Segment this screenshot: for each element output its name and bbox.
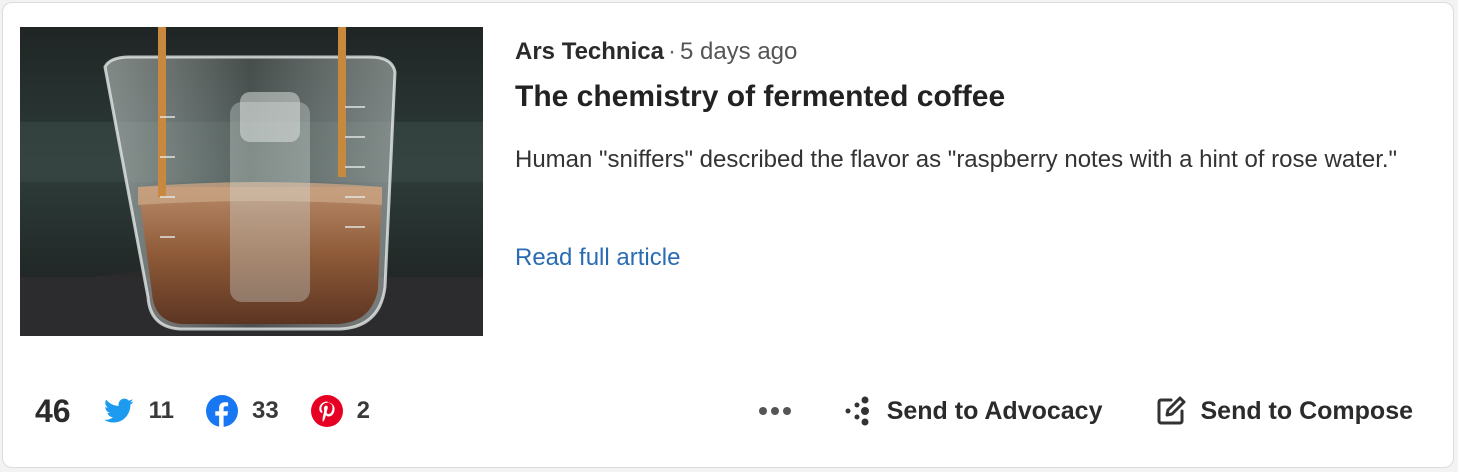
send-to-advocacy-label: Send to Advocacy <box>886 396 1103 425</box>
facebook-count: 33 <box>251 397 279 424</box>
article-description: Human "sniffers" described the flavor as… <box>515 146 1398 173</box>
article-thumbnail[interactable] <box>20 27 483 336</box>
facebook-icon <box>205 395 238 427</box>
pinterest-count: 2 <box>356 397 371 424</box>
read-full-article-link[interactable]: Read full article <box>515 241 680 275</box>
twitter-stat[interactable]: 11 <box>103 395 174 427</box>
compose-icon <box>1154 394 1188 428</box>
send-to-compose-label: Send to Compose <box>1200 396 1413 425</box>
twitter-icon <box>103 395 135 427</box>
card-actions: Send to Advocacy Send to Compose <box>757 389 1413 433</box>
more-icon[interactable] <box>757 396 793 426</box>
twitter-count: 11 <box>148 397 174 424</box>
pinterest-stat[interactable]: 2 <box>310 395 371 427</box>
article-time: 5 days ago <box>679 38 798 65</box>
article-title[interactable]: The chemistry of fermented coffee <box>515 77 1005 117</box>
meta-separator: · <box>667 38 676 65</box>
pinterest-icon <box>310 395 343 427</box>
coffee-beaker-photo <box>20 27 483 336</box>
article-source[interactable]: Ars Technica <box>515 38 664 65</box>
facebook-stat[interactable]: 33 <box>205 395 279 427</box>
total-shares: 46 <box>35 392 71 429</box>
article-card: Ars Technica · 5 days ago The chemistry of… <box>2 2 1454 468</box>
share-stats: 46 11 33 2 <box>35 389 402 433</box>
send-to-advocacy-button[interactable]: Send to Advocacy <box>841 394 1103 428</box>
article-meta: Ars Technica · 5 days ago <box>515 36 797 68</box>
advocacy-icon <box>841 394 875 428</box>
send-to-compose-button[interactable]: Send to Compose <box>1154 394 1413 428</box>
